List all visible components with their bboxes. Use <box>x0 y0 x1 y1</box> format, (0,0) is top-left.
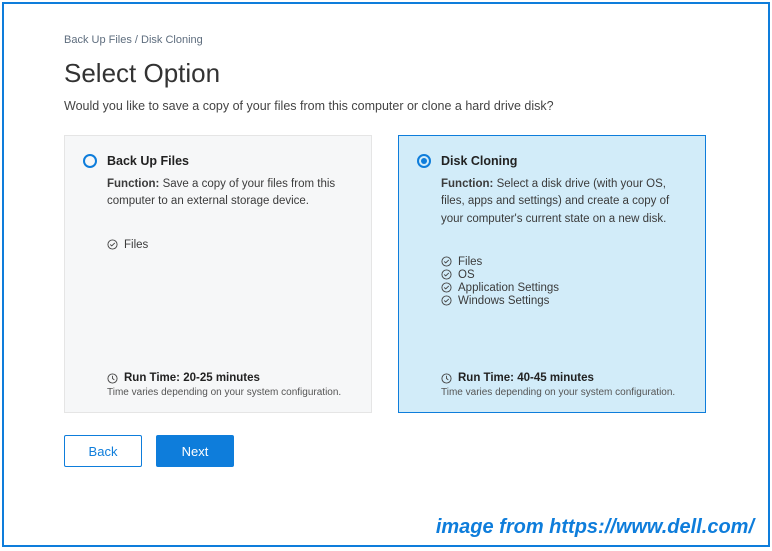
back-button[interactable]: Back <box>64 435 142 467</box>
breadcrumb: Back Up Files / Disk Cloning <box>64 34 718 46</box>
check-circle-icon <box>107 239 118 250</box>
page-title: Select Option <box>64 58 718 89</box>
check-circle-icon <box>441 269 452 280</box>
list-item: OS <box>441 269 687 281</box>
radio-checked-icon[interactable] <box>417 154 431 168</box>
list-item: Files <box>441 256 687 268</box>
runtime-label: Run Time: 40-45 minutes <box>458 372 594 384</box>
runtime-label: Run Time: 20-25 minutes <box>124 372 260 384</box>
card-header: Disk Cloning <box>417 154 687 168</box>
footer-buttons: Back Next <box>64 435 718 467</box>
app-frame: Back Up Files / Disk Cloning Select Opti… <box>2 2 770 547</box>
card-title-cloning: Disk Cloning <box>441 154 517 168</box>
runtime-row: Run Time: 20-25 minutes <box>107 372 353 384</box>
radio-unchecked-icon[interactable] <box>83 154 97 168</box>
card-body-backup: Function: Save a copy of your files from… <box>83 176 353 211</box>
checklist-backup: Files <box>83 239 353 252</box>
checklist-cloning: Files OS Application Settings Windows Se… <box>417 256 687 308</box>
option-cards: Back Up Files Function: Save a copy of y… <box>64 135 718 413</box>
page-subtitle: Would you like to save a copy of your fi… <box>64 99 718 113</box>
function-label: Function: <box>107 178 159 190</box>
next-button[interactable]: Next <box>156 435 234 467</box>
runtime-note: Time varies depending on your system con… <box>441 387 687 398</box>
check-circle-icon <box>441 282 452 293</box>
runtime-row: Run Time: 40-45 minutes <box>441 372 687 384</box>
function-label: Function: <box>441 178 493 190</box>
checklist-label: OS <box>458 269 475 281</box>
checklist-label: Files <box>458 256 482 268</box>
runtime-note: Time varies depending on your system con… <box>107 387 353 398</box>
card-title-backup: Back Up Files <box>107 154 189 168</box>
clock-icon <box>107 373 118 384</box>
card-body-cloning: Function: Select a disk drive (with your… <box>417 176 687 228</box>
card-header: Back Up Files <box>83 154 353 168</box>
option-card-backup[interactable]: Back Up Files Function: Save a copy of y… <box>64 135 372 413</box>
checklist-label: Application Settings <box>458 282 559 294</box>
list-item: Files <box>107 239 353 251</box>
list-item: Application Settings <box>441 282 687 294</box>
clock-icon <box>441 373 452 384</box>
card-footer-backup: Run Time: 20-25 minutes Time varies depe… <box>83 372 353 398</box>
check-circle-icon <box>441 256 452 267</box>
check-circle-icon <box>441 295 452 306</box>
checklist-label: Windows Settings <box>458 295 549 307</box>
checklist-label: Files <box>124 239 148 251</box>
option-card-cloning[interactable]: Disk Cloning Function: Select a disk dri… <box>398 135 706 413</box>
list-item: Windows Settings <box>441 295 687 307</box>
card-footer-cloning: Run Time: 40-45 minutes Time varies depe… <box>417 372 687 398</box>
watermark-text: image from https://www.dell.com/ <box>436 516 754 539</box>
